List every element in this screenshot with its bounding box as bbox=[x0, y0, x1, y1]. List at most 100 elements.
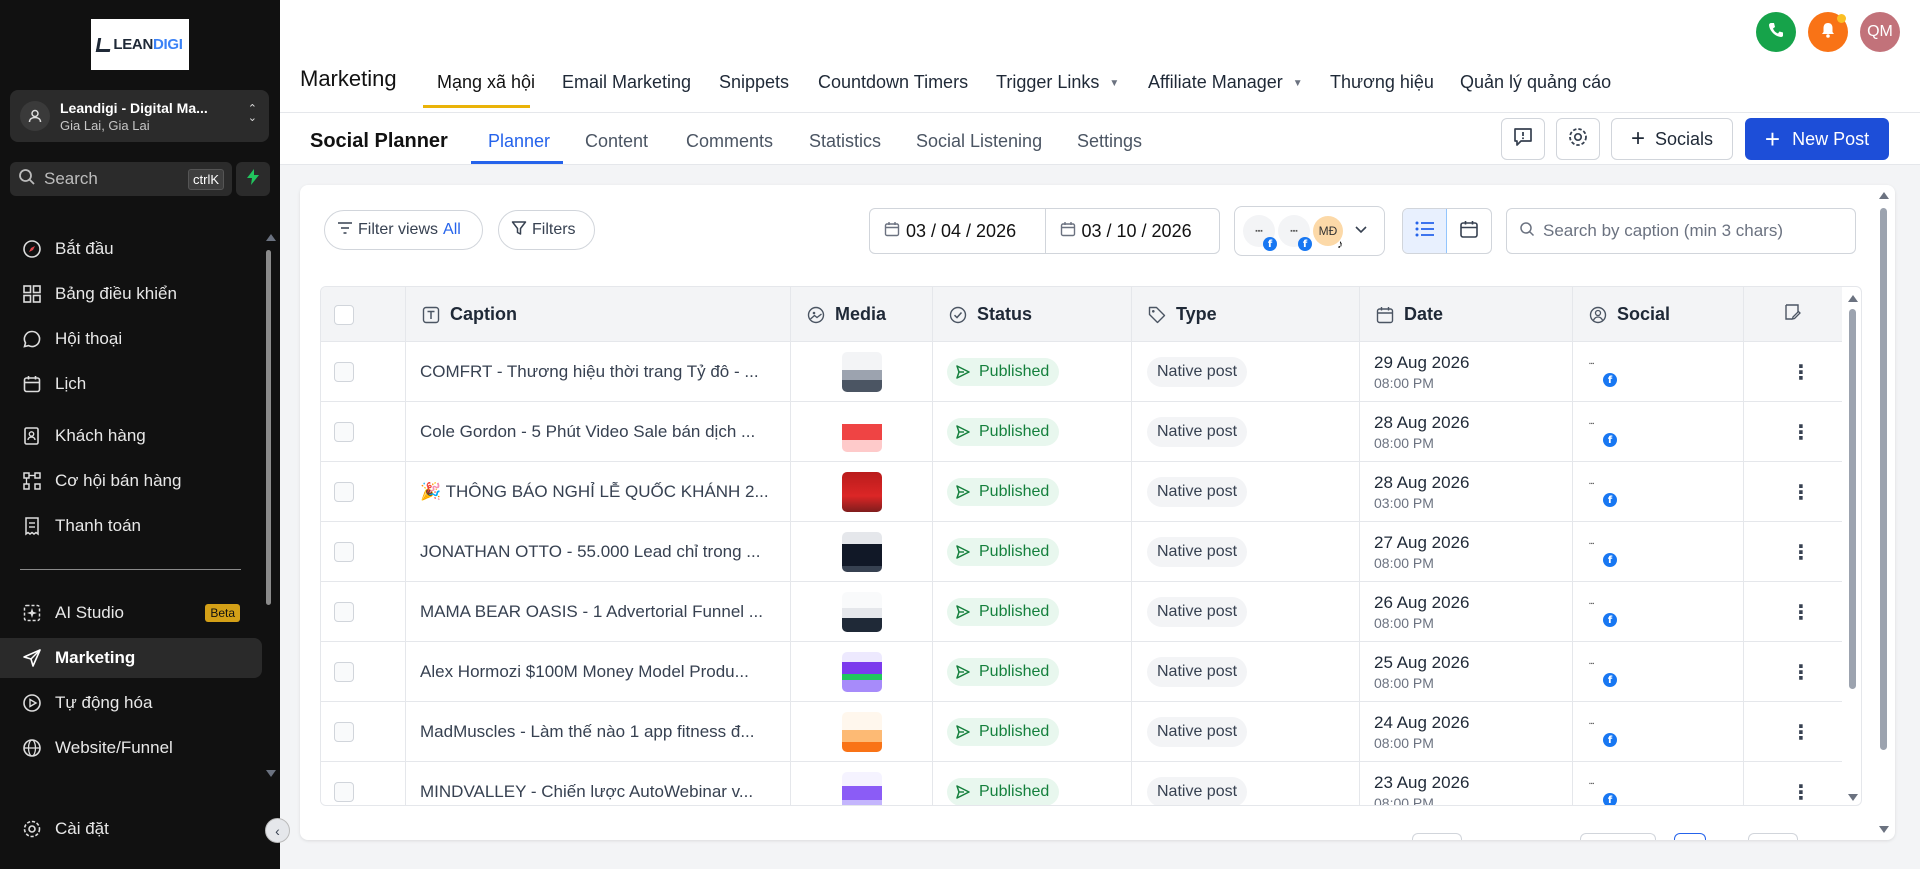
caption-cell[interactable]: Cole Gordon - 5 Phút Video Sale bán dịch… bbox=[405, 402, 790, 462]
media-thumbnail[interactable] bbox=[842, 532, 882, 572]
tab-mang-xa-hoi[interactable]: Mạng xã hội bbox=[437, 72, 535, 93]
sidebar-item-tu-dong-hoa[interactable]: Tự động hóa bbox=[0, 683, 262, 723]
caption-cell[interactable]: JONATHAN OTTO - 55.000 Lead chỉ trong ..… bbox=[405, 522, 790, 582]
column-header-date[interactable]: Date bbox=[1359, 287, 1572, 342]
column-header-status[interactable]: Status bbox=[932, 287, 1131, 342]
post-caption[interactable]: COMFRT - Thương hiệu thời trang Tỷ đô - … bbox=[406, 362, 776, 382]
media-cell[interactable] bbox=[790, 342, 932, 402]
table-row[interactable]: MINDVALLEY - Chiến lược AutoWebinar v...… bbox=[321, 762, 1842, 805]
caption-cell[interactable]: MINDVALLEY - Chiến lược AutoWebinar v... bbox=[405, 762, 790, 805]
tab-quan-ly-quang-cao[interactable]: Quản lý quảng cáo bbox=[1460, 72, 1611, 93]
column-settings-header[interactable] bbox=[1743, 287, 1842, 342]
account-filter-dropdown[interactable]: ▪▪▪ f ▪▪▪ f MĐ ♪ bbox=[1234, 206, 1385, 256]
socials-button[interactable]: + Socials bbox=[1611, 118, 1733, 160]
more-options-icon[interactable]: ⋮ bbox=[1791, 480, 1811, 505]
row-checkbox[interactable] bbox=[334, 662, 354, 682]
end-date-field[interactable]: 03 / 10 / 2026 bbox=[1044, 209, 1220, 253]
sidebar-item-thanh-toan[interactable]: Thanh toán bbox=[0, 506, 262, 546]
subtab-planner[interactable]: Planner bbox=[488, 131, 550, 152]
start-date-field[interactable]: 03 / 04 / 2026 bbox=[870, 209, 1045, 253]
sidebar-item-ai-studio[interactable]: AI Studio Beta bbox=[0, 593, 262, 633]
table-row[interactable]: COMFRT - Thương hiệu thời trang Tỷ đô - … bbox=[321, 342, 1842, 402]
pagination-control[interactable] bbox=[1674, 833, 1706, 840]
media-cell[interactable] bbox=[790, 462, 932, 522]
more-options-icon[interactable]: ⋮ bbox=[1791, 660, 1811, 685]
subtab-comments[interactable]: Comments bbox=[686, 131, 773, 152]
media-thumbnail[interactable] bbox=[842, 412, 882, 452]
select-all-checkbox[interactable] bbox=[334, 304, 354, 325]
row-checkbox[interactable] bbox=[334, 362, 354, 382]
settings-button[interactable] bbox=[1556, 118, 1600, 160]
content-scrollbar[interactable] bbox=[1876, 190, 1892, 835]
media-thumbnail[interactable] bbox=[842, 592, 882, 632]
subtab-statistics[interactable]: Statistics bbox=[809, 131, 881, 152]
post-caption[interactable]: 🎉 THÔNG BÁO NGHỈ LỄ QUỐC KHÁNH 2... bbox=[406, 482, 776, 502]
more-options-icon[interactable]: ⋮ bbox=[1791, 420, 1811, 445]
row-checkbox[interactable] bbox=[334, 542, 354, 562]
subtab-settings[interactable]: Settings bbox=[1077, 131, 1142, 152]
media-cell[interactable] bbox=[790, 402, 932, 462]
collapse-sidebar-button[interactable]: ‹ bbox=[265, 818, 290, 843]
table-row[interactable]: Cole Gordon - 5 Phút Video Sale bán dịch… bbox=[321, 402, 1842, 462]
media-cell[interactable] bbox=[790, 582, 932, 642]
sidebar-item-co-hoi-ban-hang[interactable]: Cơ hội bán hàng bbox=[0, 461, 262, 501]
post-caption[interactable]: MAMA BEAR OASIS - 1 Advertorial Funnel .… bbox=[406, 602, 776, 622]
sidebar-item-hoi-thoai[interactable]: Hội thoại bbox=[0, 319, 262, 359]
row-checkbox[interactable] bbox=[334, 722, 354, 742]
media-thumbnail[interactable] bbox=[842, 472, 882, 512]
pagination-control[interactable] bbox=[1748, 833, 1798, 840]
tab-affiliate-manager[interactable]: Affiliate Manager ▼ bbox=[1148, 72, 1303, 93]
post-caption[interactable]: MINDVALLEY - Chiến lược AutoWebinar v... bbox=[406, 782, 776, 802]
more-options-icon[interactable]: ⋮ bbox=[1791, 780, 1811, 805]
filters-button[interactable]: Filters bbox=[498, 210, 595, 250]
phone-button[interactable] bbox=[1756, 12, 1796, 52]
tab-trigger-links[interactable]: Trigger Links ▼ bbox=[996, 72, 1119, 93]
subtab-social-listening[interactable]: Social Listening bbox=[916, 131, 1042, 152]
more-options-icon[interactable]: ⋮ bbox=[1791, 600, 1811, 625]
pagination-control[interactable] bbox=[1412, 833, 1462, 840]
column-header-type[interactable]: Type bbox=[1131, 287, 1359, 342]
column-header-media[interactable]: Media bbox=[790, 287, 932, 342]
pagination-control[interactable] bbox=[1580, 833, 1656, 840]
sidebar-search[interactable]: Search ctrlK bbox=[10, 162, 232, 196]
more-options-icon[interactable]: ⋮ bbox=[1791, 720, 1811, 745]
subtab-content[interactable]: Content bbox=[585, 131, 648, 152]
column-header-social[interactable]: Social bbox=[1572, 287, 1743, 342]
caption-cell[interactable]: MAMA BEAR OASIS - 1 Advertorial Funnel .… bbox=[405, 582, 790, 642]
sidebar-item-lich[interactable]: Lịch bbox=[0, 364, 262, 404]
row-checkbox[interactable] bbox=[334, 602, 354, 622]
date-range-picker[interactable]: 03 / 04 / 2026 03 / 10 / 2026 bbox=[869, 208, 1220, 254]
tab-thuong-hieu[interactable]: Thương hiệu bbox=[1330, 72, 1434, 93]
media-thumbnail[interactable] bbox=[842, 712, 882, 752]
new-post-button[interactable]: + New Post bbox=[1745, 118, 1889, 160]
row-checkbox[interactable] bbox=[334, 482, 354, 502]
media-cell[interactable] bbox=[790, 702, 932, 762]
caption-search-input[interactable]: Search by caption (min 3 chars) bbox=[1506, 208, 1856, 254]
user-avatar[interactable]: QM bbox=[1860, 12, 1900, 52]
table-row[interactable]: 🎉 THÔNG BÁO NGHỈ LỄ QUỐC KHÁNH 2... Publi… bbox=[321, 462, 1842, 522]
row-checkbox[interactable] bbox=[334, 782, 354, 802]
media-cell[interactable] bbox=[790, 642, 932, 702]
list-view-button[interactable] bbox=[1403, 209, 1448, 253]
company-logo[interactable]: LEAN DIGI bbox=[91, 19, 189, 70]
post-caption[interactable]: MadMuscles - Làm thế nào 1 app fitness đ… bbox=[406, 722, 776, 742]
filter-views-button[interactable]: Filter views All bbox=[324, 210, 483, 250]
table-row[interactable]: JONATHAN OTTO - 55.000 Lead chỉ trong ..… bbox=[321, 522, 1842, 582]
table-row[interactable]: MadMuscles - Làm thế nào 1 app fitness đ… bbox=[321, 702, 1842, 762]
quick-action-button[interactable] bbox=[236, 162, 270, 196]
sidebar-item-marketing[interactable]: Marketing bbox=[0, 638, 262, 678]
tab-countdown-timers[interactable]: Countdown Timers bbox=[818, 72, 968, 93]
caption-cell[interactable]: 🎉 THÔNG BÁO NGHỈ LỄ QUỐC KHÁNH 2... bbox=[405, 462, 790, 522]
media-cell[interactable] bbox=[790, 522, 932, 582]
sidebar-item-khach-hang[interactable]: Khách hàng bbox=[0, 416, 262, 456]
feedback-button[interactable] bbox=[1501, 118, 1545, 160]
table-scrollbar[interactable] bbox=[1842, 287, 1861, 805]
notifications-button[interactable] bbox=[1808, 12, 1848, 52]
caption-cell[interactable]: MadMuscles - Làm thế nào 1 app fitness đ… bbox=[405, 702, 790, 762]
calendar-view-button[interactable] bbox=[1447, 209, 1491, 253]
sidebar-scrollbar[interactable] bbox=[263, 232, 276, 777]
post-caption[interactable]: Cole Gordon - 5 Phút Video Sale bán dịch… bbox=[406, 422, 776, 442]
media-thumbnail[interactable] bbox=[842, 652, 882, 692]
media-thumbnail[interactable] bbox=[842, 352, 882, 392]
more-options-icon[interactable]: ⋮ bbox=[1791, 360, 1811, 385]
